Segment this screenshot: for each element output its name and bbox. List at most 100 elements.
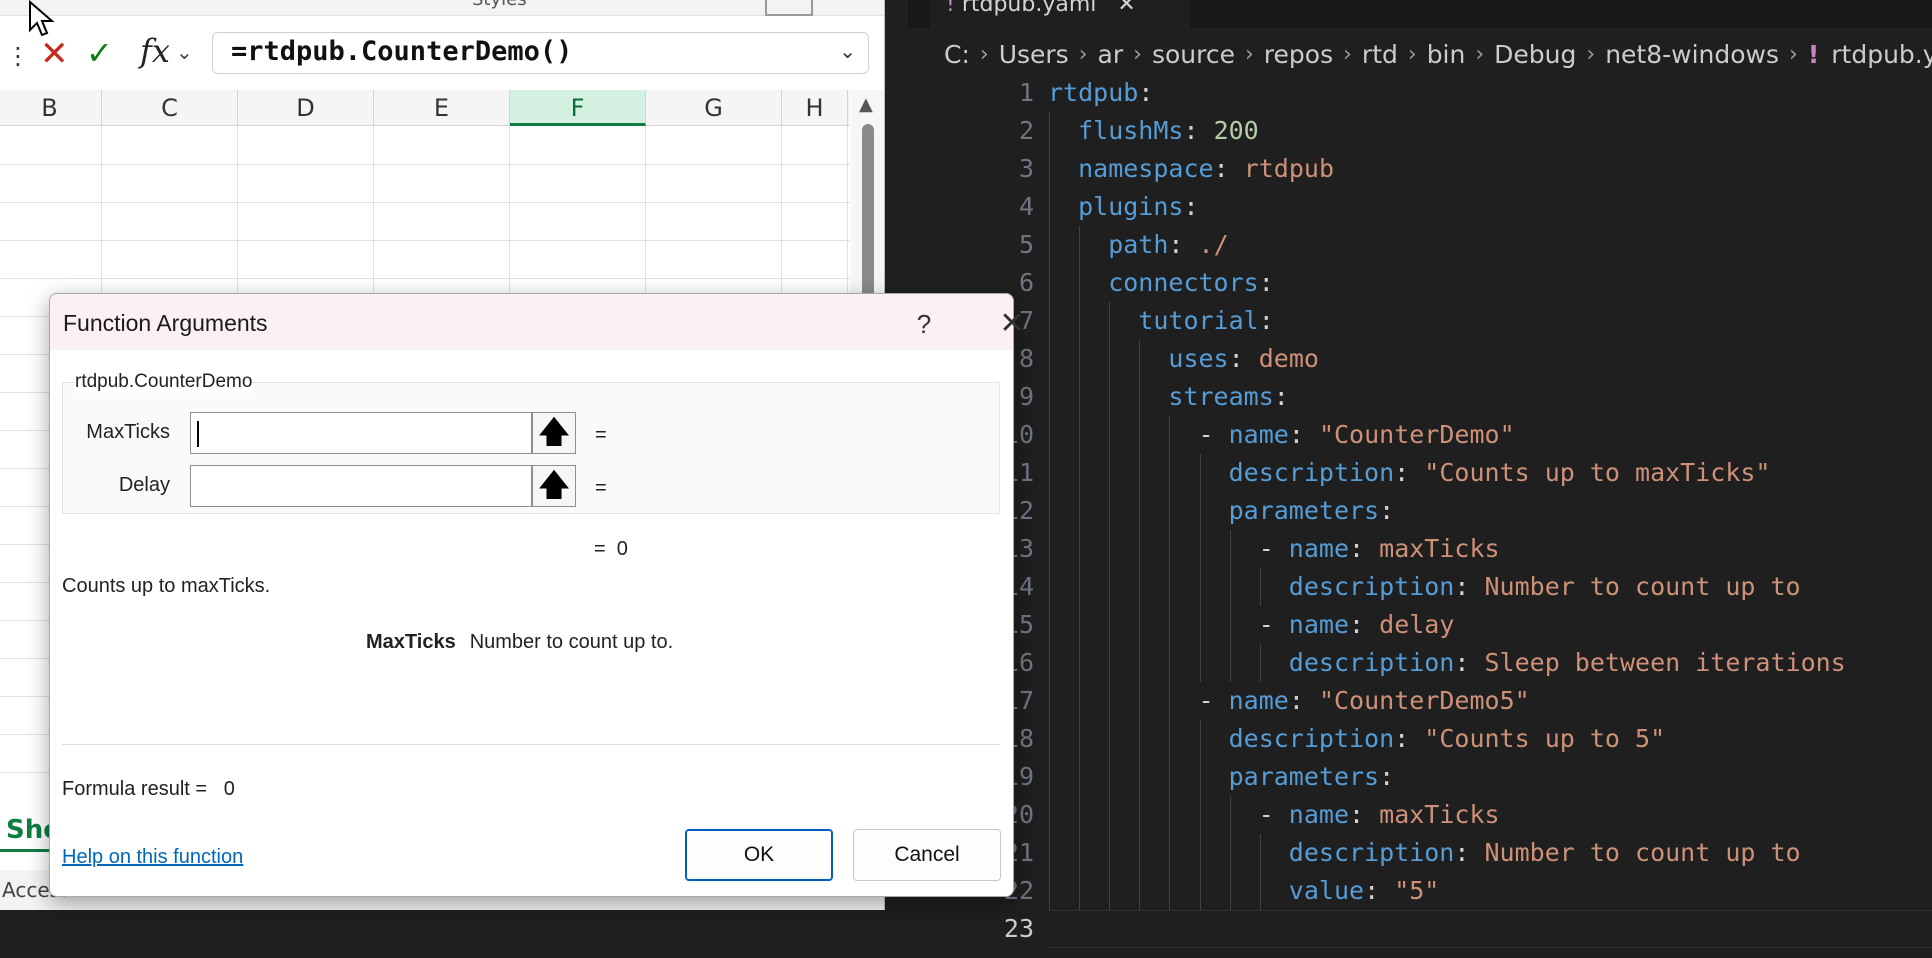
function-arguments-dialog: Function Arguments ? ✕ rtdpub.CounterDem… bbox=[49, 293, 1025, 897]
indent-guide bbox=[1169, 454, 1171, 492]
breadcrumb-item[interactable]: bin bbox=[1427, 40, 1466, 69]
breadcrumb-file[interactable]: rtdpub.yaml bbox=[1831, 40, 1932, 69]
function-name-label: rtdpub.CounterDemo bbox=[74, 371, 254, 393]
indent-guide bbox=[1109, 606, 1111, 644]
yaml-key: description bbox=[1288, 648, 1455, 677]
formula-result-value: 0 bbox=[223, 778, 235, 800]
expand-formula-icon[interactable]: ⌄ bbox=[839, 39, 856, 63]
delay-label: Delay bbox=[118, 474, 170, 496]
collapse-dialog-delay-button[interactable]: 🡅 bbox=[532, 465, 576, 507]
ribbon-button[interactable] bbox=[765, 0, 813, 16]
code-line[interactable]: 11 description: "Counts up to maxTicks" bbox=[908, 454, 1932, 492]
indent-guide bbox=[1049, 226, 1050, 264]
breadcrumb-item[interactable]: source bbox=[1152, 40, 1235, 69]
yaml-value: maxTicks bbox=[1379, 800, 1500, 829]
code-line[interactable]: 5 path: ./ bbox=[908, 226, 1932, 264]
indent-guide bbox=[1169, 682, 1171, 720]
chevron-down-icon[interactable]: ⌄ bbox=[176, 40, 193, 64]
yaml-key: path bbox=[1108, 230, 1169, 259]
column-header[interactable]: C bbox=[102, 90, 238, 126]
yaml-value: Number to count up to bbox=[1484, 572, 1801, 601]
breadcrumb-item[interactable]: net8-windows bbox=[1605, 40, 1779, 69]
column-header[interactable]: D bbox=[238, 90, 374, 126]
chevron-right-icon: › bbox=[1789, 41, 1798, 67]
delay-input[interactable] bbox=[190, 465, 532, 507]
code-line[interactable]: 10- name: "CounterDemo" bbox=[908, 416, 1932, 454]
more-options-icon[interactable]: ⋮ bbox=[6, 42, 30, 70]
indent-guide bbox=[1049, 188, 1050, 226]
column-header[interactable]: F bbox=[510, 90, 646, 126]
indent-guide bbox=[1229, 872, 1231, 910]
code-line[interactable]: 23 bbox=[908, 910, 1932, 948]
ribbon-styles-label[interactable]: Styles bbox=[472, 0, 527, 10]
code-line[interactable]: 18 description: "Counts up to 5" bbox=[908, 720, 1932, 758]
code-line[interactable]: 7 tutorial: bbox=[908, 302, 1932, 340]
breadcrumb-item[interactable]: C: bbox=[944, 40, 970, 69]
code-line[interactable]: 4 plugins: bbox=[908, 188, 1932, 226]
list-dash: - bbox=[1198, 686, 1229, 715]
indent-guide bbox=[1079, 720, 1081, 758]
help-on-function-link[interactable]: Help on this function bbox=[62, 846, 243, 869]
line-text: - name: maxTicks bbox=[1259, 530, 1500, 568]
scroll-up-icon[interactable]: ▲ bbox=[859, 94, 873, 115]
column-header[interactable]: H bbox=[782, 90, 848, 126]
cancel-button[interactable]: Cancel bbox=[853, 829, 1001, 881]
ok-button[interactable]: OK bbox=[685, 829, 833, 881]
breadcrumb-item[interactable]: repos bbox=[1264, 40, 1333, 69]
breadcrumb-item[interactable]: rtd bbox=[1362, 40, 1398, 69]
line-number: 5 bbox=[1018, 230, 1034, 259]
code-line[interactable]: 15- name: delay bbox=[908, 606, 1932, 644]
grid-line bbox=[0, 278, 850, 279]
help-icon[interactable]: ? bbox=[906, 306, 942, 342]
cancel-entry-icon[interactable]: ✕ bbox=[40, 34, 69, 74]
confirm-entry-icon[interactable]: ✓ bbox=[86, 34, 113, 72]
code-line[interactable]: 1 rtdpub: bbox=[908, 74, 1932, 112]
close-icon[interactable]: ✕ bbox=[992, 306, 1032, 342]
indent-guide bbox=[1199, 834, 1201, 872]
tab-close-icon[interactable]: ✕ bbox=[1117, 0, 1135, 17]
chevron-right-icon: › bbox=[1586, 41, 1596, 67]
code-line[interactable]: 8 uses: demo bbox=[908, 340, 1932, 378]
code-line[interactable]: 9 streams: bbox=[908, 378, 1932, 416]
code-line[interactable]: 21 description: Number to count up to bbox=[908, 834, 1932, 872]
code-line[interactable]: 20- name: maxTicks bbox=[908, 796, 1932, 834]
indent-guide bbox=[1259, 568, 1261, 606]
indent-guide bbox=[1229, 796, 1231, 834]
code-line[interactable]: 2 flushMs: 200 bbox=[908, 112, 1932, 150]
insert-function-icon[interactable]: fx bbox=[140, 32, 170, 70]
code-line[interactable]: 13- name: maxTicks bbox=[908, 530, 1932, 568]
collapse-dialog-maxticks-button[interactable]: 🡅 bbox=[532, 412, 576, 454]
indent-guide bbox=[1079, 834, 1081, 872]
code-line[interactable]: 16 description: Sleep between iterations bbox=[908, 644, 1932, 682]
function-description: Counts up to maxTicks. bbox=[62, 575, 271, 597]
yaml-key: name bbox=[1288, 800, 1350, 829]
indent-guide bbox=[1169, 834, 1171, 872]
breadcrumb-item[interactable]: Debug bbox=[1494, 40, 1576, 69]
column-header[interactable]: E bbox=[374, 90, 510, 126]
formula-input[interactable]: =rtdpub.CounterDemo() ⌄ bbox=[212, 32, 869, 74]
line-text: description: Number to count up to bbox=[1289, 834, 1801, 872]
indent-guide bbox=[1139, 530, 1141, 568]
colon: : bbox=[1454, 572, 1470, 601]
code-editor[interactable]: ! rtdpub.yaml ✕ C: › Users › ar › source › repos… bbox=[908, 0, 1932, 958]
line-text: - name: delay bbox=[1259, 606, 1455, 644]
dialog-title: Function Arguments bbox=[63, 310, 268, 336]
indent-guide bbox=[1079, 340, 1081, 378]
breadcrumb-item[interactable]: Users bbox=[999, 40, 1069, 69]
code-line[interactable]: 6 connectors: bbox=[908, 264, 1932, 302]
code-line[interactable]: 3 namespace: rtdpub bbox=[908, 150, 1932, 188]
column-header[interactable]: B bbox=[0, 90, 102, 126]
indent-guide bbox=[1169, 568, 1171, 606]
editor-tab[interactable]: ! rtdpub.yaml ✕ bbox=[930, 0, 1190, 28]
indent-guide bbox=[1049, 302, 1050, 340]
code-line[interactable]: 22 value: "5" bbox=[908, 872, 1932, 910]
code-line[interactable]: 14 description: Number to count up to bbox=[908, 568, 1932, 606]
breadcrumb-item[interactable]: ar bbox=[1098, 40, 1124, 69]
indent-guide bbox=[1079, 416, 1081, 454]
maxticks-input[interactable] bbox=[190, 412, 532, 454]
code-line[interactable]: 19 parameters: bbox=[908, 758, 1932, 796]
code-line[interactable]: 17- name: "CounterDemo5" bbox=[908, 682, 1932, 720]
column-header[interactable]: G bbox=[646, 90, 782, 126]
chevron-right-icon: › bbox=[979, 41, 989, 67]
code-line[interactable]: 12 parameters: bbox=[908, 492, 1932, 530]
